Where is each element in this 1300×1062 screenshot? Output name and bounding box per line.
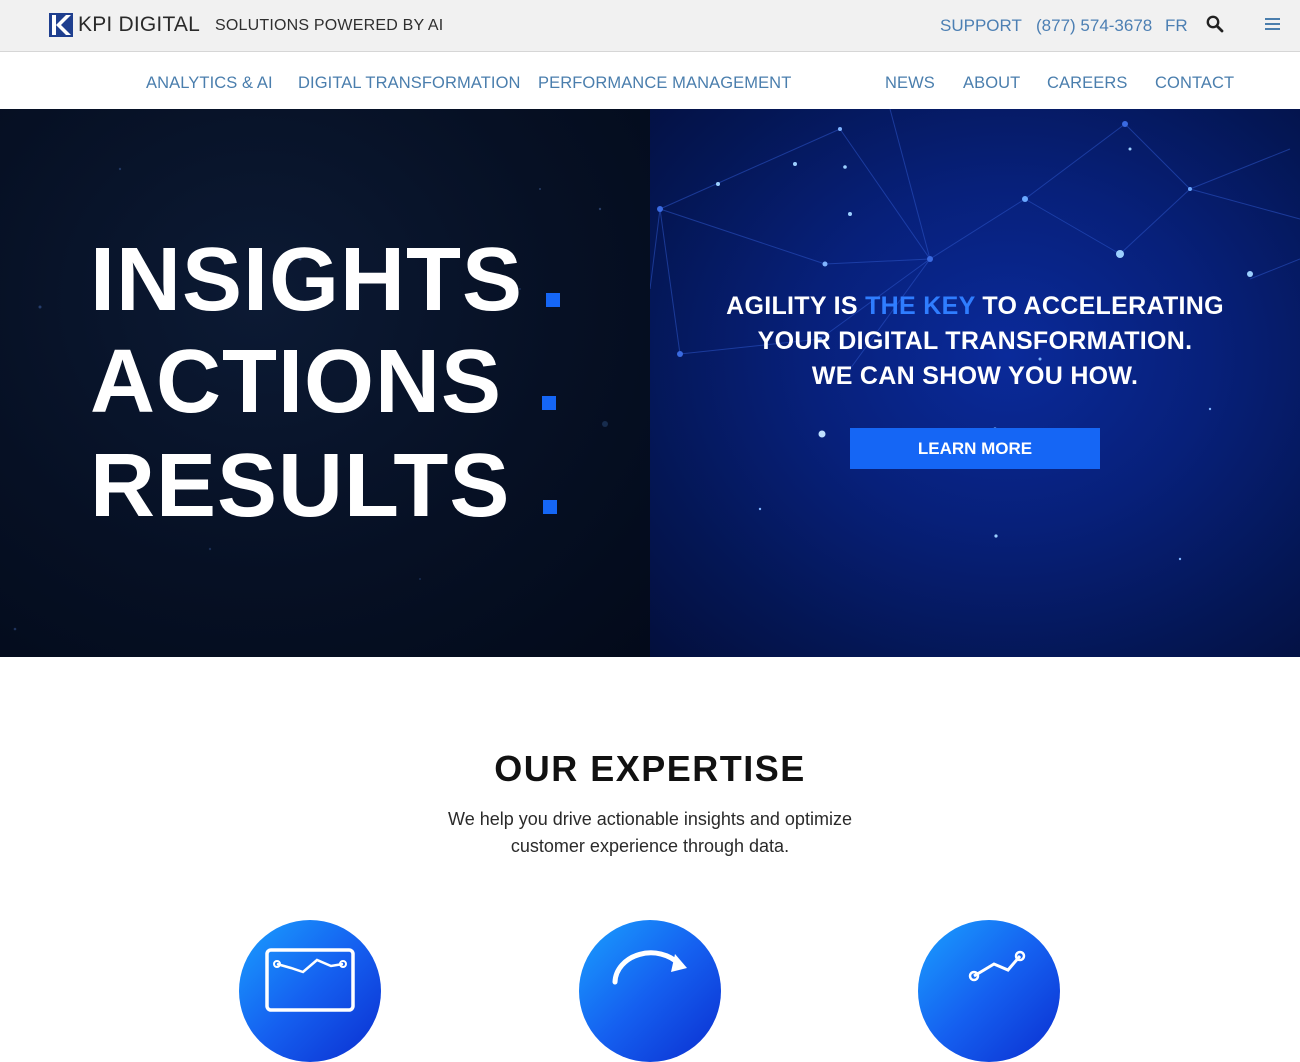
hero-headline-line2: YOUR DIGITAL TRANSFORMATION. (757, 327, 1193, 355)
tagline: SOLUTIONS POWERED BY AI (215, 17, 444, 34)
support-link[interactable]: SUPPORT (940, 16, 1022, 36)
hero-headline: AGILITY IS THE KEY TO ACCELERATING YOUR … (650, 289, 1300, 394)
hero-word-insights: INSIGHTS (90, 230, 524, 330)
language-toggle-fr[interactable]: FR (1165, 16, 1188, 36)
nav-analytics-ai[interactable]: ANALYTICS & AI (146, 74, 273, 93)
nav-about[interactable]: ABOUT (963, 74, 1020, 93)
analytics-icon[interactable] (239, 920, 381, 1062)
nav-performance-management[interactable]: PERFORMANCE MANAGEMENT (538, 74, 791, 93)
headline-part2: TO ACCELERATING (975, 292, 1224, 320)
learn-more-button[interactable]: LEARN MORE (850, 428, 1100, 469)
main-navigation: ANALYTICS & AI DIGITAL TRANSFORMATION PE… (0, 52, 1300, 109)
headline-accent: THE KEY (865, 292, 976, 320)
nav-careers[interactable]: CAREERS (1047, 74, 1127, 93)
nav-news[interactable]: NEWS (885, 74, 935, 93)
expertise-subtitle-line2: customer experience through data. (510, 836, 790, 856)
phone-link[interactable]: (877) 574-3678 (1036, 16, 1152, 36)
headline-part1: AGILITY IS (726, 292, 866, 320)
expertise-title: OUR EXPERTISE (494, 748, 806, 789)
logo-text: KPI DIGITAL (78, 13, 201, 36)
site-logo[interactable]: KPI DIGITAL (49, 13, 200, 37)
nav-contact[interactable]: CONTACT (1155, 74, 1234, 93)
hero-banner: INSIGHTS ACTIONS RESULTS AGILITY IS THE … (0, 109, 1300, 657)
nav-digital-transformation[interactable]: DIGITAL TRANSFORMATION (298, 74, 521, 93)
hero-word-results: RESULTS (90, 436, 511, 536)
hero-dot-1 (546, 293, 560, 307)
search-icon[interactable] (1206, 15, 1224, 33)
hamburger-menu-icon[interactable] (1265, 17, 1280, 31)
expertise-subtitle: We help you drive actionable insights an… (0, 806, 1300, 860)
expertise-subtitle-line1: We help you drive actionable insights an… (448, 809, 852, 829)
logo-k-icon (49, 13, 73, 37)
hero-dot-2 (542, 396, 556, 410)
hero-headline-line3: WE CAN SHOW YOU HOW. (811, 362, 1139, 390)
hero-word-actions: ACTIONS (90, 332, 502, 432)
hero-headline-line1: AGILITY IS THE KEY TO ACCELERATING (650, 289, 1300, 324)
top-utility-bar: KPI DIGITAL SOLUTIONS POWERED BY AI SUPP… (0, 0, 1300, 52)
growth-chart-icon[interactable] (918, 920, 1060, 1062)
refresh-cycle-icon[interactable] (579, 920, 721, 1062)
hero-dot-3 (543, 500, 557, 514)
